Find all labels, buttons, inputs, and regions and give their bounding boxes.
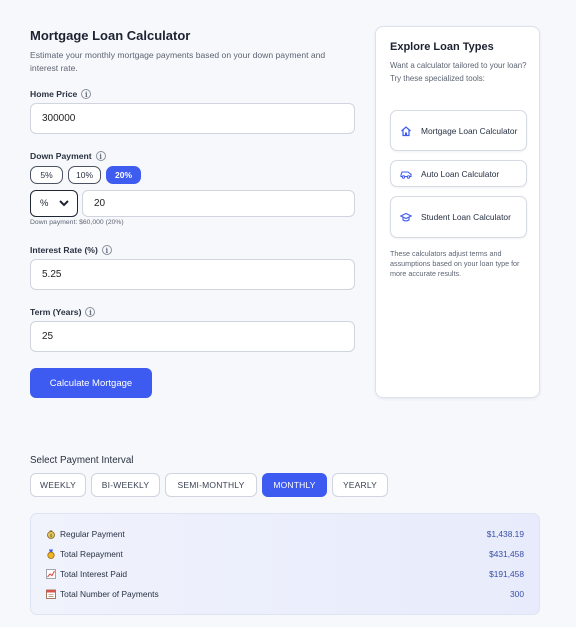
sidebar-item-label: Auto Loan Calculator [421, 168, 500, 179]
page-subtitle: Estimate your monthly mortgage payments … [30, 50, 326, 73]
interest-rate-input[interactable]: 5.25 [30, 259, 355, 290]
graduation-cap-icon [391, 212, 421, 223]
sidebar-note: These calculators adjust terms and assum… [390, 249, 520, 278]
home-price-label-text: Home Price [30, 89, 78, 99]
result-label: Total Repayment [46, 549, 123, 559]
sidebar-item-label: Mortgage Loan Calculator [421, 125, 518, 136]
down-payment-hint: Down payment: $60,000 (20%) [30, 219, 124, 226]
result-row-number-of-payments: Total Number of Payments 300 [46, 587, 524, 601]
preset-5-percent-button[interactable]: 5% [30, 166, 63, 184]
loan-types-sidebar: Explore Loan Types Want a calculator tai… [375, 26, 540, 398]
down-payment-label-text: Down Payment [30, 151, 92, 161]
term-value: 25 [42, 331, 54, 342]
sidebar-title: Explore Loan Types [390, 41, 494, 53]
result-label-text: Regular Payment [60, 529, 125, 539]
result-label: $ Regular Payment [46, 529, 125, 539]
preset-20-percent-button[interactable]: 20% [106, 166, 141, 184]
down-payment-presets: 5% 10% 20% [30, 166, 146, 184]
sidebar-item-auto-loan[interactable]: Auto Loan Calculator [390, 160, 527, 187]
page-title: Mortgage Loan Calculator [30, 28, 191, 43]
sidebar-item-label: Student Loan Calculator [421, 212, 511, 222]
result-value: $1,438.19 [486, 529, 524, 539]
result-value: $431,458 [489, 549, 524, 559]
term-label-text: Term (Years) [30, 307, 82, 317]
home-price-input[interactable]: 300000 [30, 103, 355, 134]
interest-rate-label-text: Interest Rate (%) [30, 245, 98, 255]
down-payment-unit-select[interactable]: % [30, 190, 78, 217]
money-bag-icon: $ [46, 529, 56, 539]
info-icon[interactable]: i [85, 307, 96, 317]
calculate-mortgage-button[interactable]: Calculate Mortgage [30, 368, 152, 398]
payment-interval-tabs: WEEKLY BI-WEEKLY SEMI-MONTHLY MONTHLY YE… [30, 473, 388, 497]
tab-weekly[interactable]: WEEKLY [30, 473, 86, 497]
result-label-text: Total Number of Payments [60, 589, 159, 599]
calculator-panel: Mortgage Loan Calculator Estimate your m… [30, 28, 355, 398]
info-icon[interactable]: i [81, 89, 92, 99]
unit-select-value: % [40, 198, 49, 209]
result-label-text: Total Repayment [60, 549, 123, 559]
down-payment-row: % 20 [30, 190, 355, 217]
info-icon[interactable]: i [101, 245, 112, 255]
sidebar-subtitle: Want a calculator tailored to your loan?… [390, 61, 527, 83]
sidebar-item-student-loan[interactable]: Student Loan Calculator [390, 196, 527, 238]
chevron-down-icon [59, 200, 69, 207]
home-price-value: 300000 [42, 113, 76, 124]
tab-monthly[interactable]: MONTHLY [262, 473, 327, 497]
term-label: Term (Years) i [30, 307, 96, 317]
sidebar-item-mortgage-loan[interactable]: Mortgage Loan Calculator [390, 110, 527, 151]
info-icon[interactable]: i [95, 151, 106, 161]
results-panel: $ Regular Payment $1,438.19 Total Repaym… [30, 513, 540, 615]
calendar-icon [46, 589, 56, 599]
result-value: $191,458 [489, 569, 524, 579]
result-row-regular-payment: $ Regular Payment $1,438.19 [46, 527, 524, 541]
home-price-label: Home Price i [30, 89, 92, 99]
home-icon [391, 125, 421, 137]
payment-interval-title: Select Payment Interval [30, 455, 134, 466]
result-label-text: Total Interest Paid [60, 569, 128, 579]
car-icon [391, 169, 421, 179]
down-payment-input[interactable]: 20 [82, 190, 355, 217]
medal-icon [46, 549, 56, 559]
svg-text:$: $ [50, 533, 53, 539]
result-label: Total Interest Paid [46, 569, 127, 579]
result-row-total-interest: Total Interest Paid $191,458 [46, 567, 524, 581]
result-row-total-repayment: Total Repayment $431,458 [46, 547, 524, 561]
term-input[interactable]: 25 [30, 321, 355, 352]
result-label: Total Number of Payments [46, 589, 159, 599]
result-value: 300 [510, 589, 524, 599]
down-payment-value: 20 [94, 198, 106, 209]
interest-rate-label: Interest Rate (%) i [30, 245, 112, 255]
tab-bi-weekly[interactable]: BI-WEEKLY [91, 473, 160, 497]
interest-rate-value: 5.25 [42, 269, 62, 280]
tab-yearly[interactable]: YEARLY [332, 473, 388, 497]
down-payment-label: Down Payment i [30, 151, 106, 161]
tab-semi-monthly[interactable]: SEMI-MONTHLY [165, 473, 257, 497]
preset-10-percent-button[interactable]: 10% [68, 166, 101, 184]
chart-icon [46, 569, 56, 579]
